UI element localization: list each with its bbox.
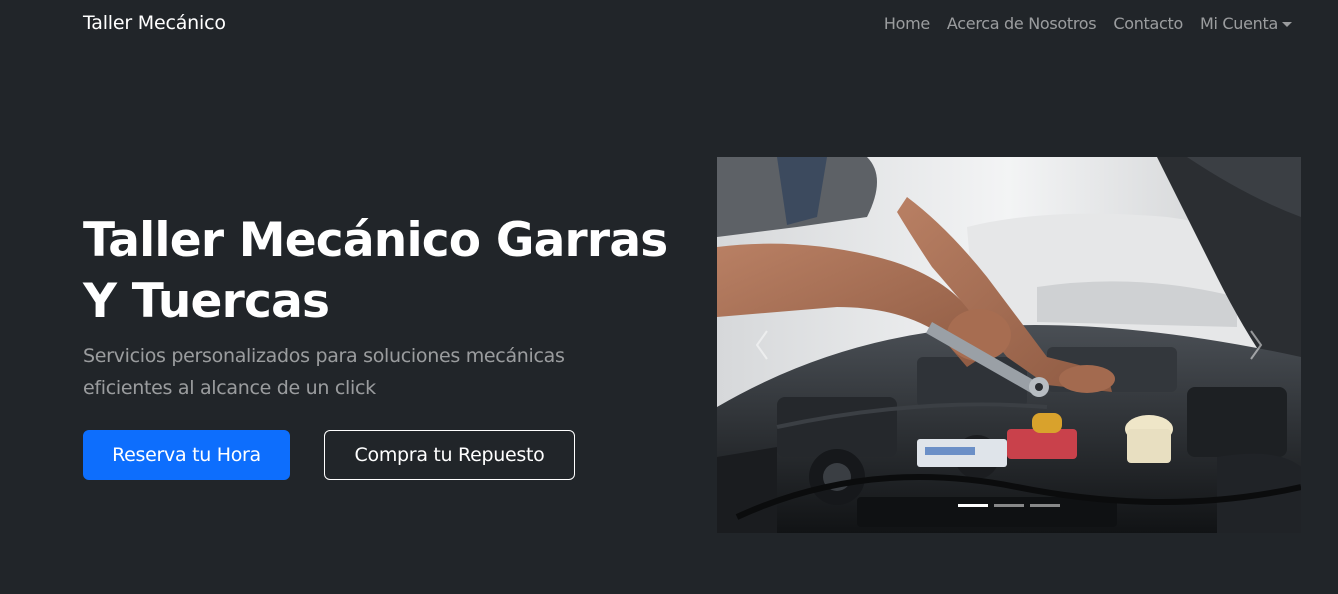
buy-parts-button[interactable]: Compra tu Repuesto [324, 430, 575, 480]
carousel-next-button[interactable] [1211, 157, 1301, 533]
carousel-prev-button[interactable] [717, 157, 807, 533]
reserve-button[interactable]: Reserva tu Hora [83, 430, 290, 480]
hero-subtitle: Servicios personalizados para soluciones… [83, 345, 565, 399]
hero-title: Taller Mecánico Garras Y Tuercas [83, 213, 668, 329]
nav-link-contact[interactable]: Contacto [1113, 14, 1183, 33]
chevron-right-icon [1250, 330, 1263, 360]
nav-link-about[interactable]: Acerca de Nosotros [947, 14, 1097, 33]
chevron-left-icon [755, 330, 768, 360]
carousel-indicators [717, 504, 1301, 507]
image-carousel [717, 157, 1301, 533]
nav-dropdown-account-label: Mi Cuenta [1199, 14, 1278, 33]
carousel-indicator[interactable] [958, 504, 988, 507]
nav-link-home[interactable]: Home [884, 14, 930, 33]
navbar: Taller Mecánico Home Acerca de Nosotros … [0, 0, 1338, 50]
caret-down-icon [1282, 21, 1292, 27]
navbar-brand[interactable]: Taller Mecánico [83, 12, 226, 34]
nav-dropdown-account[interactable]: Mi Cuenta [1200, 14, 1292, 33]
carousel-indicator[interactable] [994, 504, 1024, 507]
nav-links: Home Acerca de Nosotros Contacto Mi Cuen… [884, 14, 1292, 33]
carousel-indicator[interactable] [1030, 504, 1060, 507]
